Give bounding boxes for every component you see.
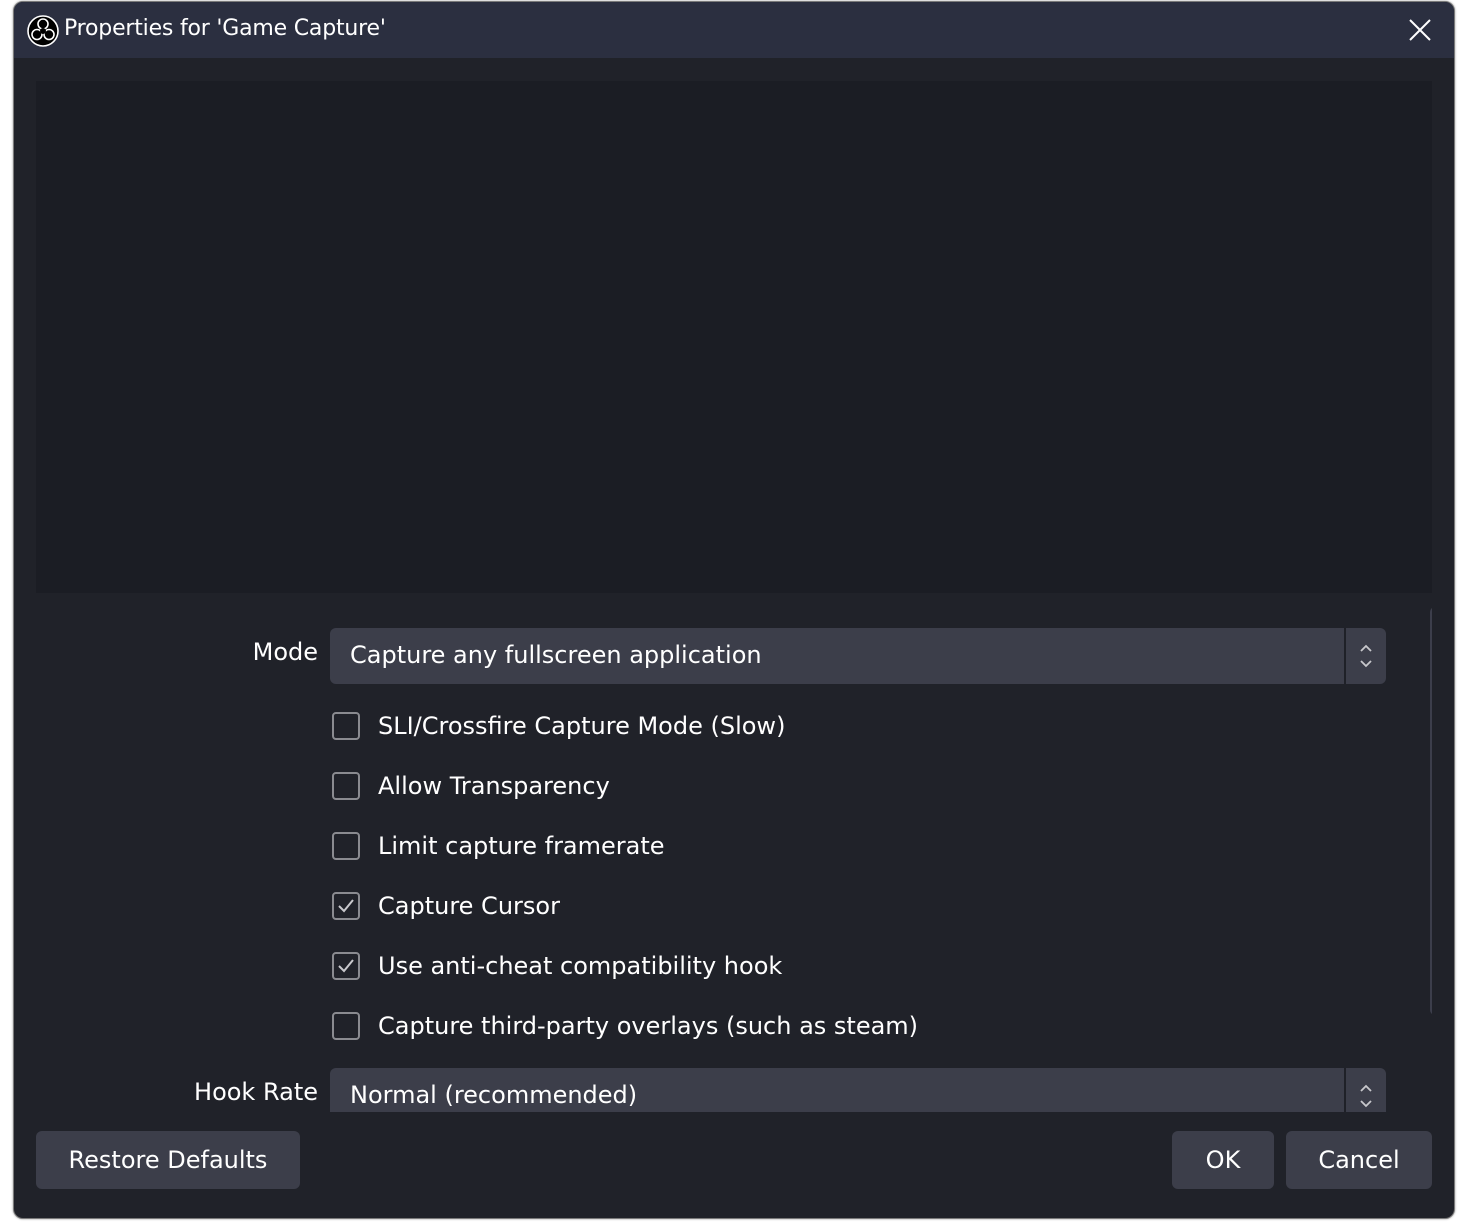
checkbox-box[interactable]: [332, 892, 360, 920]
mode-select[interactable]: Capture any fullscreen application: [330, 628, 1386, 684]
checkbox-label: SLI/Crossfire Capture Mode (Slow): [378, 712, 786, 740]
checkbox-box[interactable]: [332, 832, 360, 860]
hook-rate-select[interactable]: Normal (recommended): [330, 1068, 1386, 1112]
checkmark-icon: [338, 899, 354, 913]
mode-select-value: Capture any fullscreen application: [350, 641, 762, 669]
source-preview: [36, 81, 1432, 593]
checkbox-sli-crossfire[interactable]: SLI/Crossfire Capture Mode (Slow): [332, 709, 785, 743]
checkmark-icon: [338, 959, 354, 973]
close-icon[interactable]: [1406, 16, 1434, 44]
vertical-scrollbar[interactable]: [1430, 607, 1432, 1015]
checkbox-label: Capture Cursor: [378, 892, 560, 920]
checkbox-capture-cursor[interactable]: Capture Cursor: [332, 889, 560, 923]
title-bar: Properties for 'Game Capture': [14, 2, 1454, 58]
checkbox-allow-transparency[interactable]: Allow Transparency: [332, 769, 610, 803]
updown-chevron-icon: [1360, 1084, 1372, 1108]
combo-divider: [1344, 1068, 1346, 1112]
checkbox-label: Use anti-cheat compatibility hook: [378, 952, 783, 980]
cancel-button[interactable]: Cancel: [1286, 1131, 1432, 1189]
checkbox-anti-cheat-hook[interactable]: Use anti-cheat compatibility hook: [332, 949, 782, 983]
checkbox-third-party-overlays[interactable]: Capture third-party overlays (such as st…: [332, 1009, 918, 1043]
properties-panel: Mode Capture any fullscreen application …: [36, 606, 1432, 1112]
checkbox-box[interactable]: [332, 712, 360, 740]
mode-label: Mode: [252, 638, 318, 666]
checkbox-limit-framerate[interactable]: Limit capture framerate: [332, 829, 665, 863]
restore-defaults-button[interactable]: Restore Defaults: [36, 1131, 300, 1189]
hook-rate-select-value: Normal (recommended): [350, 1081, 638, 1109]
checkbox-label: Limit capture framerate: [378, 832, 665, 860]
properties-dialog: Properties for 'Game Capture' Mode Captu…: [13, 1, 1455, 1219]
updown-chevron-icon: [1360, 644, 1372, 668]
combo-divider: [1344, 628, 1346, 684]
checkbox-label: Capture third-party overlays (such as st…: [378, 1012, 919, 1040]
checkbox-box[interactable]: [332, 772, 360, 800]
hook-rate-label: Hook Rate: [194, 1078, 318, 1106]
checkbox-box[interactable]: [332, 952, 360, 980]
window-title: Properties for 'Game Capture': [64, 16, 386, 41]
obs-logo-icon: [27, 15, 59, 47]
checkbox-box[interactable]: [332, 1012, 360, 1040]
checkbox-label: Allow Transparency: [378, 772, 610, 800]
ok-button[interactable]: OK: [1172, 1131, 1274, 1189]
